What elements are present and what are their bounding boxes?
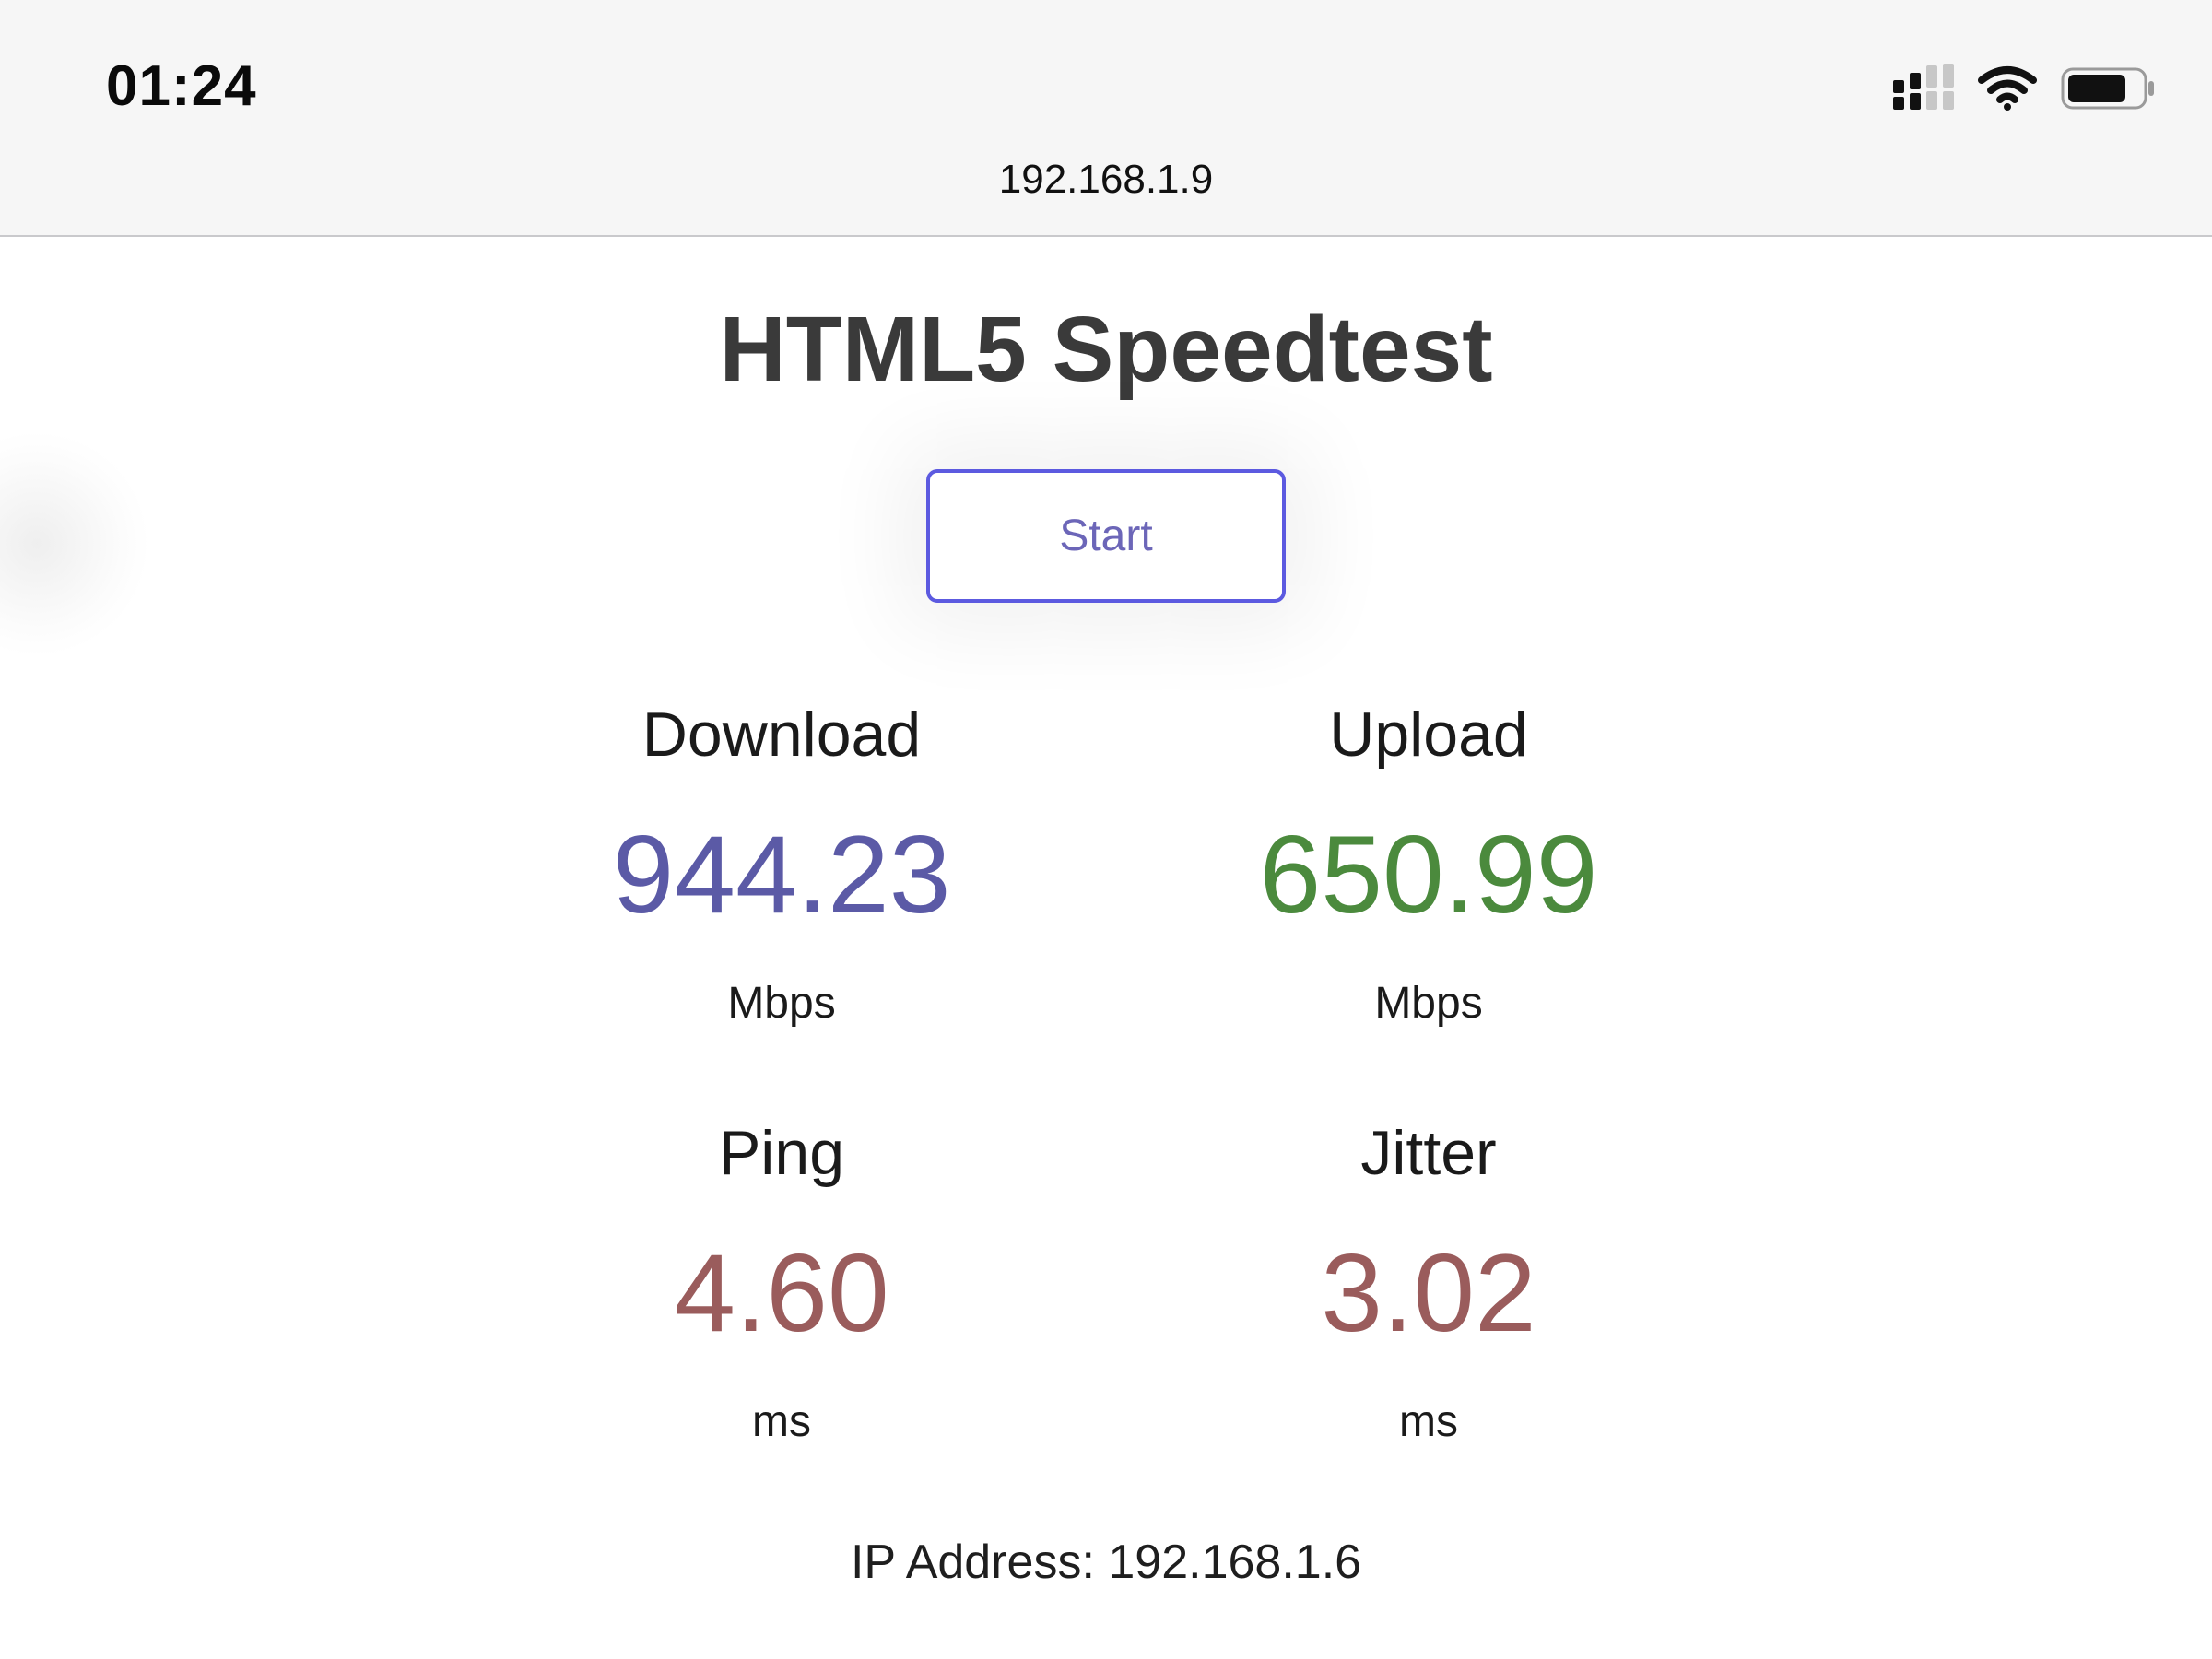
- ping-label: Ping: [718, 1118, 845, 1188]
- jitter-value: 3.02: [1321, 1231, 1536, 1355]
- ip-address-text: IP Address: 192.168.1.6: [850, 1535, 1362, 1589]
- download-value: 944.23: [612, 813, 951, 936]
- start-button[interactable]: Start: [926, 469, 1286, 603]
- ping-metric: Ping 4.60 ms: [459, 1122, 1104, 1444]
- address-bar-url[interactable]: 192.168.1.9: [0, 157, 2212, 203]
- ping-unit: ms: [752, 1397, 811, 1446]
- jitter-unit: ms: [1399, 1397, 1458, 1446]
- battery-icon: [2061, 65, 2157, 116]
- download-unit: Mbps: [727, 979, 836, 1028]
- upload-metric: Upload 650.99 Mbps: [1106, 703, 1751, 1026]
- upload-unit: Mbps: [1374, 979, 1483, 1028]
- signal-icon: [1893, 63, 1954, 118]
- screen: 01:24 192.168.1.9 HTML5 Speedtest Start …: [0, 0, 2212, 1659]
- upload-label: Upload: [1329, 700, 1528, 770]
- status-time: 01:24: [106, 54, 257, 118]
- jitter-label: Jitter: [1360, 1118, 1497, 1188]
- download-label: Download: [641, 700, 922, 770]
- page-title: HTML5 Speedtest: [719, 298, 1493, 401]
- download-metric: Download 944.23 Mbps: [459, 703, 1104, 1026]
- jitter-metric: Jitter 3.02 ms: [1106, 1122, 1751, 1444]
- wifi-icon: [1978, 65, 2037, 116]
- screen-smudge: [0, 433, 147, 654]
- ping-value: 4.60: [674, 1231, 889, 1355]
- upload-value: 650.99: [1259, 813, 1598, 936]
- status-icons: [1893, 63, 2157, 118]
- browser-top-bar: 01:24 192.168.1.9: [0, 0, 2212, 237]
